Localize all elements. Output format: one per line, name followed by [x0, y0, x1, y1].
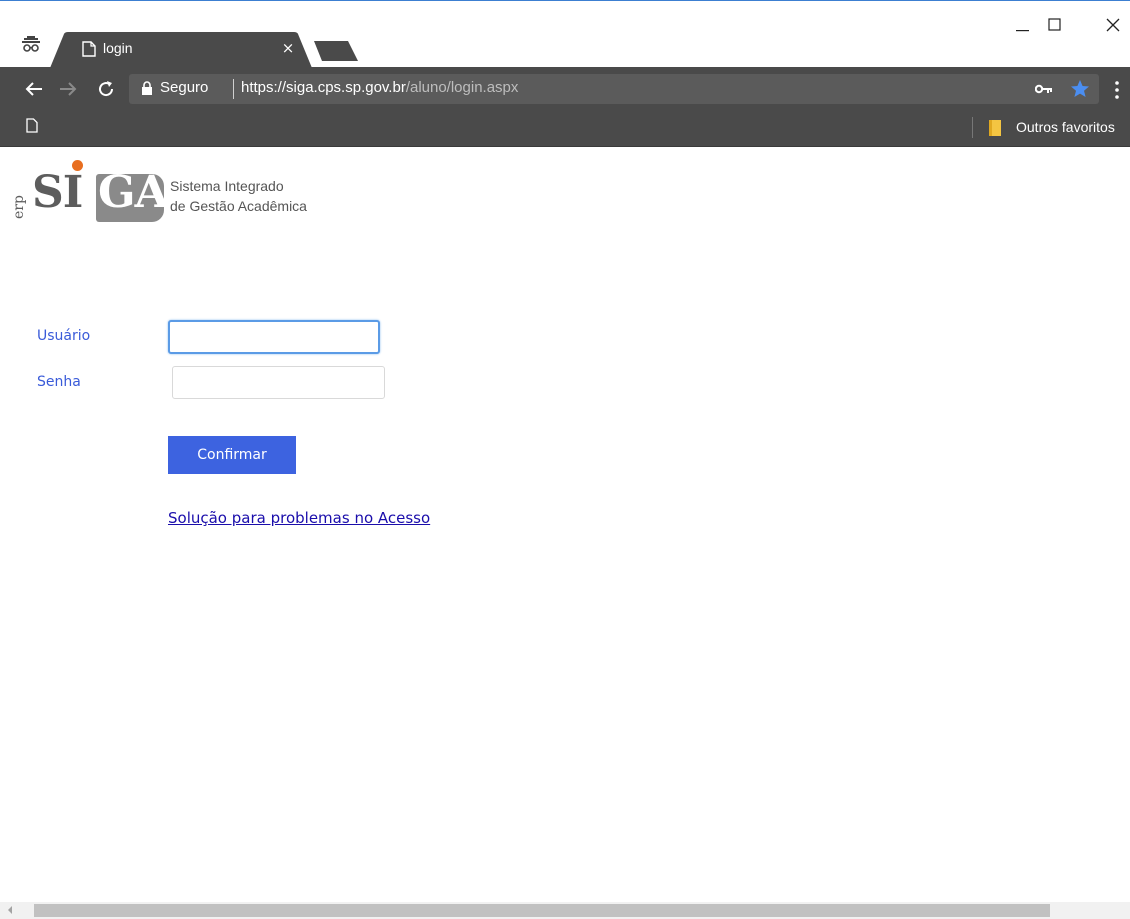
svg-text:erp: erp — [11, 195, 26, 219]
logo-erp-text: erp — [11, 195, 26, 219]
page-icon — [82, 41, 96, 57]
new-tab-button[interactable] — [312, 39, 360, 61]
minimize-icon[interactable] — [1008, 11, 1036, 39]
close-icon[interactable] — [1099, 11, 1127, 39]
url-text[interactable]: https://siga.cps.sp.gov.br/aluno/login.a… — [241, 79, 518, 96]
maximize-icon[interactable] — [1040, 11, 1068, 39]
scrollbar-thumb[interactable] — [34, 904, 1050, 917]
access-help-link[interactable]: Solução para problemas no Acesso — [168, 509, 430, 527]
forward-icon[interactable] — [56, 77, 80, 101]
logo-subtitle-line1: Sistema Integrado — [170, 178, 284, 194]
bookmarks-divider — [972, 117, 973, 138]
tab-close-icon[interactable]: × — [279, 39, 297, 57]
reload-icon[interactable] — [94, 77, 118, 101]
url-scheme: https:// — [241, 79, 287, 96]
horizontal-scrollbar[interactable] — [0, 902, 1130, 919]
bookmarks-bar: Outros favoritos — [0, 111, 1130, 147]
logo-subtitle-line2: de Gestão Acadêmica — [170, 198, 307, 214]
url-host: siga.cps.sp.gov.br — [286, 79, 406, 96]
other-bookmarks-label[interactable]: Outros favoritos — [1016, 119, 1115, 135]
password-label: Senha — [37, 374, 81, 390]
back-icon[interactable] — [22, 77, 46, 101]
incognito-icon — [22, 36, 40, 52]
password-input[interactable] — [172, 366, 385, 399]
confirm-button[interactable]: Confirmar — [168, 436, 296, 474]
browser-titlebar: login × — [0, 0, 1130, 68]
scroll-left-arrow-icon[interactable] — [8, 906, 12, 914]
logo-si: SI — [32, 167, 83, 218]
username-label: Usuário — [37, 328, 91, 344]
page-icon[interactable] — [26, 118, 38, 133]
star-icon[interactable] — [1070, 79, 1090, 99]
username-input[interactable] — [168, 320, 380, 354]
tab-title: login — [103, 40, 133, 56]
browser-toolbar: Seguro https://siga.cps.sp.gov.br/aluno/… — [0, 67, 1130, 111]
address-bar[interactable]: Seguro https://siga.cps.sp.gov.br/aluno/… — [129, 74, 1099, 104]
logo-ga: GA — [98, 167, 169, 218]
tab-login[interactable]: login × — [50, 32, 312, 68]
security-label: Seguro — [160, 79, 209, 96]
url-path: /aluno/login.aspx — [405, 79, 519, 96]
url-separator — [233, 79, 234, 99]
lock-icon — [142, 81, 152, 95]
folder-icon[interactable] — [988, 119, 1002, 137]
menu-icon[interactable] — [1114, 80, 1120, 100]
key-icon[interactable] — [1035, 83, 1053, 95]
